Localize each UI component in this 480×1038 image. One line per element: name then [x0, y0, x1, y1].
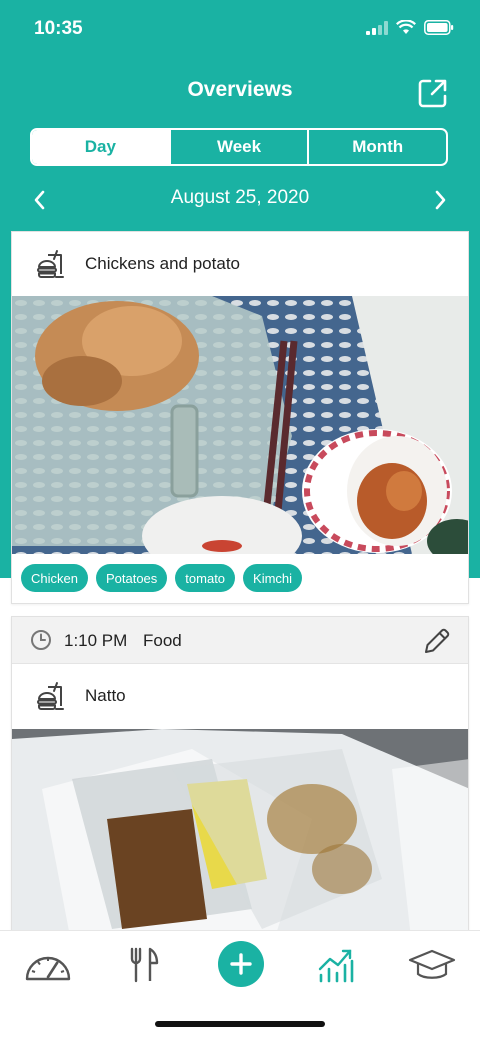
add-entry-button[interactable]: [218, 941, 264, 987]
add-icon: [230, 953, 252, 975]
tag-tomato[interactable]: tomato: [175, 564, 236, 592]
meal-header: Natto: [12, 664, 468, 728]
pencil-icon: [425, 628, 450, 653]
status-bar: 10:35: [0, 0, 480, 60]
ingredient-tags: Chicken Potatoes tomato Kimchi: [21, 564, 303, 592]
meal-icon: [37, 250, 64, 278]
page-title: Overviews: [187, 78, 293, 101]
battery-icon: [424, 20, 454, 35]
wifi-icon: [396, 20, 416, 34]
tab-dashboard[interactable]: [20, 941, 76, 989]
segment-day[interactable]: Day: [32, 130, 171, 164]
chevron-right-icon: [435, 190, 446, 210]
meal-header: Chickens and potato: [12, 232, 468, 296]
status-icons: [366, 20, 454, 35]
current-date: August 25, 2020: [170, 187, 310, 208]
chart-icon: [318, 949, 354, 983]
meal-photo[interactable]: [12, 296, 469, 554]
segment-week[interactable]: Week: [171, 130, 310, 164]
graduation-cap-icon: [408, 949, 456, 979]
entry-type: Food: [143, 631, 182, 650]
export-icon: [418, 79, 447, 108]
tag-kimchi[interactable]: Kimchi: [243, 564, 303, 592]
dashboard-icon: [25, 956, 71, 981]
bottom-tab-bar: [0, 930, 480, 1038]
export-button[interactable]: [416, 76, 450, 110]
meal-entry-card[interactable]: Chickens and potato Chicken Potatoes tom…: [11, 231, 469, 604]
entry-time-row: 1:10 PM Food: [12, 617, 468, 664]
tab-meals[interactable]: [116, 941, 172, 989]
date-navigator: August 25, 2020: [0, 182, 480, 216]
tab-overviews[interactable]: [308, 941, 364, 989]
period-segmented-control: Day Week Month: [30, 128, 448, 166]
segment-month[interactable]: Month: [309, 130, 446, 164]
meal-title: Natto: [85, 686, 126, 705]
meal-title: Chickens and potato: [85, 254, 240, 273]
home-indicator: [155, 1021, 325, 1027]
tab-learn[interactable]: [404, 941, 460, 989]
tag-potatoes[interactable]: Potatoes: [95, 564, 168, 592]
entry-time: 1:10 PM: [64, 631, 128, 650]
meal-photo[interactable]: [12, 729, 469, 946]
signal-icon: [366, 20, 388, 35]
next-date-button[interactable]: [428, 188, 452, 212]
fork-knife-icon: [130, 947, 159, 983]
edit-button[interactable]: [422, 626, 452, 656]
clock-icon: [31, 630, 51, 650]
meal-entry-card[interactable]: 1:10 PM Food Natto: [11, 616, 469, 946]
meal-icon: [37, 682, 64, 710]
tag-chicken[interactable]: Chicken: [21, 564, 88, 592]
status-time: 10:35: [34, 18, 83, 39]
